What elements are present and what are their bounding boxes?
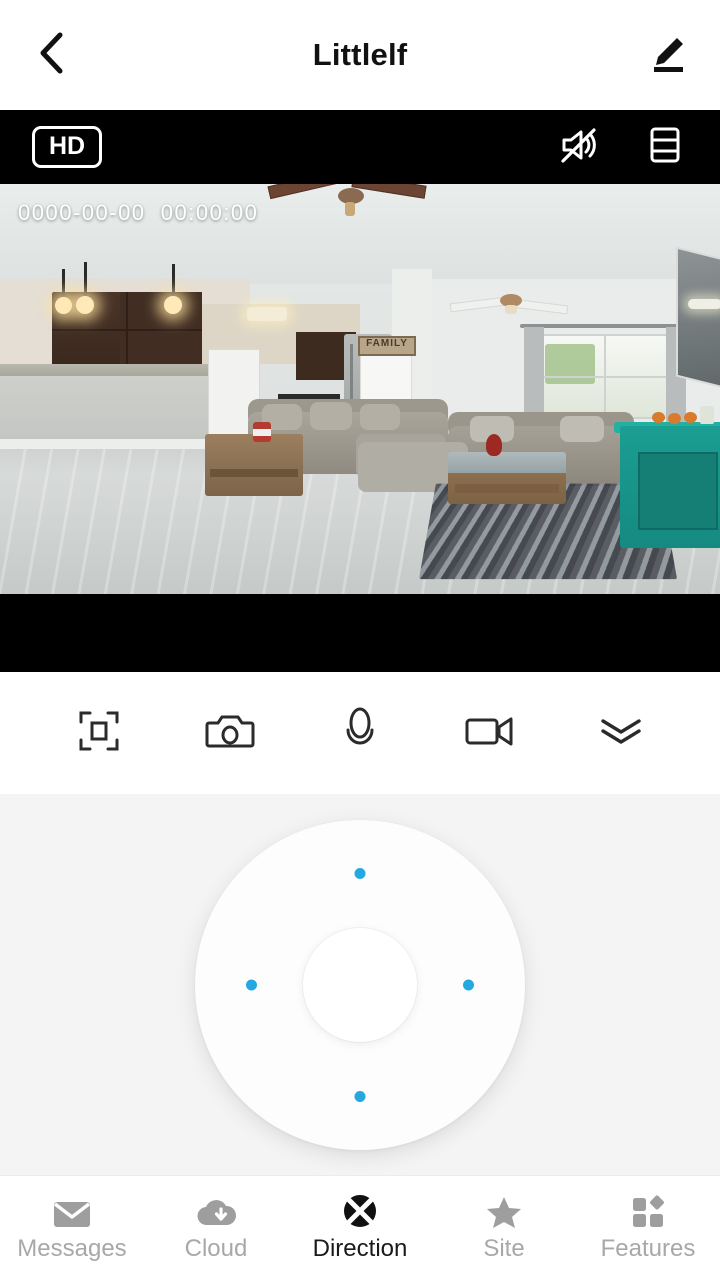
video-overlay-toolbar: HD <box>0 110 720 184</box>
page-title: Littlelf <box>312 37 408 72</box>
double-chevron-down-icon <box>596 713 646 754</box>
direction-pad-panel <box>0 794 720 1175</box>
tab-label: Site <box>483 1235 525 1262</box>
video-camera-icon <box>464 711 516 756</box>
hd-quality-badge[interactable]: HD <box>32 126 103 168</box>
back-button[interactable] <box>24 27 80 83</box>
video-toolbar-right <box>556 124 688 170</box>
camera-icon <box>205 708 255 759</box>
tab-messages[interactable]: Messages <box>7 1195 137 1261</box>
record-button[interactable] <box>457 700 523 766</box>
star-icon <box>485 1195 523 1229</box>
layout-toggle-button[interactable] <box>642 124 688 170</box>
tab-features[interactable]: Features <box>583 1195 713 1261</box>
video-timestamp: 0000-00-00 00:00:00 <box>18 200 259 225</box>
scene-artwork: FAMILY <box>0 184 720 594</box>
tab-label: Messages <box>17 1235 127 1262</box>
tab-label: Features <box>600 1235 696 1262</box>
tab-cloud[interactable]: Cloud <box>151 1195 281 1261</box>
fullscreen-button[interactable] <box>66 700 132 766</box>
app-header: Littlelf <box>0 0 720 110</box>
microphone-icon <box>340 706 380 761</box>
player-controls <box>0 672 720 794</box>
chevron-left-icon <box>37 30 67 81</box>
split-layout-icon <box>644 122 686 173</box>
direction-dot-right[interactable] <box>463 979 474 990</box>
edit-button[interactable] <box>640 27 696 83</box>
grid-features-icon <box>630 1195 666 1229</box>
tab-direction[interactable]: Direction <box>295 1195 425 1261</box>
envelope-icon <box>52 1195 92 1229</box>
direction-cross-icon <box>342 1195 378 1229</box>
family-sign-text: FAMILY <box>366 338 408 349</box>
direction-dot-up[interactable] <box>354 867 366 879</box>
camera-live-view-screen: Littlelf HD FAMILY 0000-00-00 00:00:00 M… <box>0 0 720 1280</box>
video-letterbox <box>0 594 720 672</box>
speaker-muted-icon <box>556 122 602 173</box>
mute-toggle-button[interactable] <box>556 124 602 170</box>
tab-site[interactable]: Site <box>439 1195 569 1261</box>
direction-pad[interactable] <box>195 819 525 1150</box>
direction-dot-left[interactable] <box>246 979 257 990</box>
video-player[interactable]: HD FAMILY 0000-00-00 00:00:00 <box>0 110 720 672</box>
snapshot-button[interactable] <box>197 700 263 766</box>
tab-label: Direction <box>312 1235 408 1262</box>
direction-dot-down[interactable] <box>354 1090 366 1102</box>
bottom-navigation: Messages Cloud Direction Site Features <box>0 1175 720 1280</box>
tab-label: Cloud <box>184 1235 248 1262</box>
collapse-button[interactable] <box>588 700 654 766</box>
cloud-download-icon <box>195 1195 237 1229</box>
pencil-edit-icon <box>647 32 689 79</box>
direction-pad-center[interactable] <box>303 927 417 1042</box>
fullscreen-frame-icon <box>76 708 122 759</box>
video-stream: FAMILY 0000-00-00 00:00:00 <box>0 184 720 594</box>
talk-button[interactable] <box>327 700 393 766</box>
